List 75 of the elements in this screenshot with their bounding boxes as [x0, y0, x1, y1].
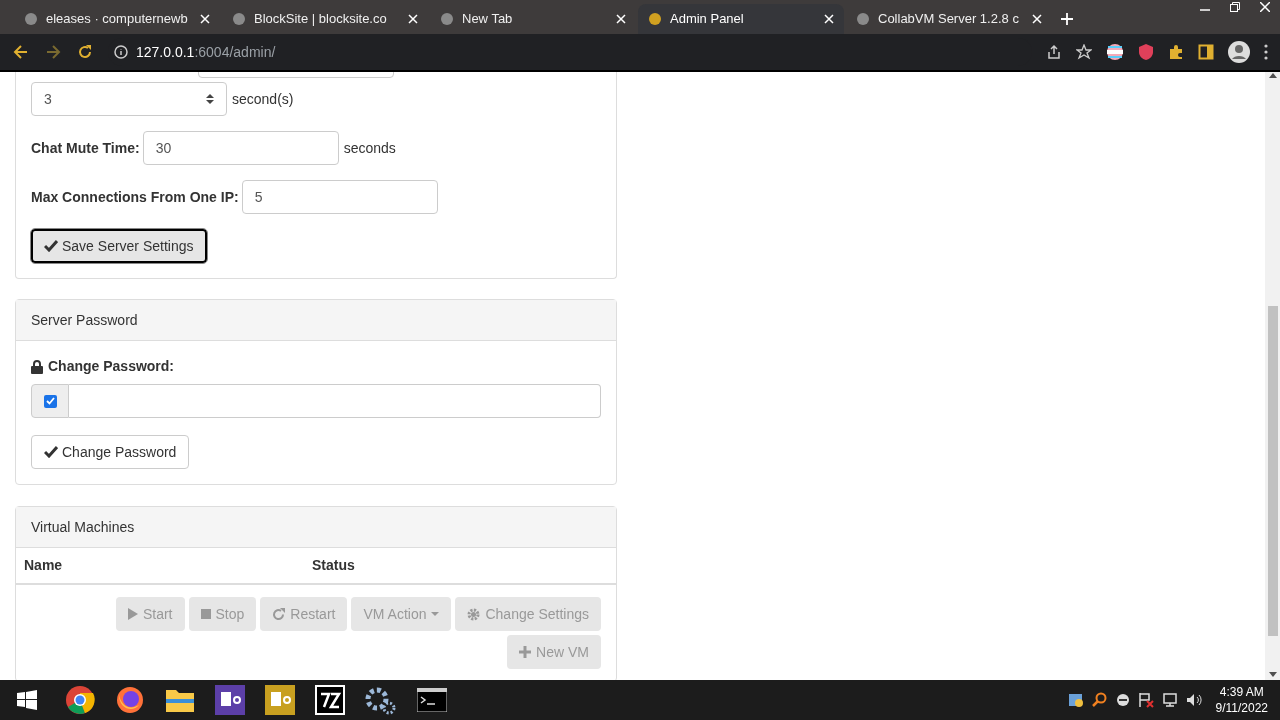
clock[interactable]: 4:39 AM 9/11/2022 [1215, 684, 1268, 716]
new-tab-icon[interactable] [1060, 12, 1074, 26]
tray-icon[interactable] [1115, 693, 1130, 707]
change-password-button[interactable]: Change Password [31, 435, 190, 469]
gear-icon[interactable] [365, 685, 397, 715]
shield-icon[interactable] [1138, 43, 1154, 61]
lock-icon [31, 359, 43, 374]
caret-icon [431, 612, 440, 616]
unit-label: seconds [343, 138, 396, 158]
browser-tab[interactable]: Admin Panel [638, 4, 844, 34]
scrollbar[interactable] [1265, 72, 1280, 680]
unit-label: second(s) [232, 89, 294, 109]
chrome-icon[interactable] [65, 685, 95, 715]
firefox-icon[interactable] [115, 685, 145, 715]
column-header: Name [23, 556, 64, 575]
tab-favicon-icon [648, 12, 662, 26]
network-icon[interactable] [1161, 692, 1178, 708]
avatar-icon[interactable] [1228, 41, 1250, 63]
app-icon[interactable] [215, 685, 245, 715]
url-text: 127.0.0.1:6004/admin/ [136, 42, 276, 62]
flag-icon[interactable] [1137, 692, 1154, 708]
spinner-icon[interactable] [206, 93, 214, 105]
scroll-down-icon[interactable] [1268, 672, 1277, 678]
puzzle-icon[interactable] [1168, 44, 1184, 60]
folder-icon[interactable] [165, 687, 195, 713]
field-label: Chat Mute Time: [31, 138, 140, 158]
reload-icon[interactable] [76, 43, 94, 61]
close-icon[interactable] [1032, 14, 1042, 24]
refresh-icon [272, 607, 286, 621]
back-icon[interactable] [12, 43, 30, 61]
panel-heading: Server Password [16, 300, 616, 341]
plus-icon [519, 646, 532, 658]
browser-tab[interactable]: New Tab [430, 4, 636, 34]
stop-icon [200, 609, 211, 619]
field-label: Max Connections From One IP: [31, 187, 239, 207]
browser-tab[interactable]: CollabVM Server 1.2.8 c [846, 4, 1052, 34]
archive-app-icon[interactable] [315, 685, 345, 715]
number-field[interactable]: 3 [31, 82, 227, 116]
column-header: Status [311, 556, 355, 575]
tab-favicon-icon [232, 12, 246, 26]
close-icon[interactable] [824, 14, 834, 24]
tab-favicon-icon [24, 12, 38, 26]
close-icon[interactable] [408, 14, 418, 24]
input-field[interactable]: 30 [142, 131, 339, 165]
close-icon[interactable] [1260, 2, 1270, 12]
volume-icon[interactable] [1185, 692, 1202, 708]
browser-tab[interactable]: BlockSite | blocksite.co [222, 4, 428, 34]
close-icon[interactable] [200, 14, 210, 24]
change-password-label: Change Password: [48, 357, 175, 376]
password-field[interactable] [69, 384, 601, 418]
panel-heading: Virtual Machines [16, 507, 616, 548]
save-server-settings-button[interactable]: Save Server Settings [31, 229, 207, 263]
play-icon [127, 608, 138, 620]
sidebar-icon[interactable] [1198, 44, 1214, 60]
terminal-icon[interactable] [417, 688, 447, 712]
info-icon [114, 45, 128, 59]
checkbox[interactable] [43, 394, 57, 408]
share-icon[interactable] [1046, 44, 1062, 60]
close-icon[interactable] [616, 14, 626, 24]
restore-icon[interactable] [1230, 2, 1240, 12]
gear-icon [467, 607, 481, 621]
tab-favicon-icon [440, 12, 454, 26]
extension-icon[interactable] [1106, 43, 1124, 61]
browser-tab[interactable]: eleases · computernewb [14, 4, 220, 34]
input-field[interactable]: 5 [241, 180, 438, 214]
tab-favicon-icon [856, 12, 870, 26]
windows-start-icon[interactable] [17, 690, 37, 710]
check-icon [44, 240, 58, 252]
scroll-up-icon[interactable] [1268, 72, 1277, 78]
menu-icon[interactable] [1264, 44, 1268, 60]
search-icon[interactable] [1091, 692, 1108, 708]
forward-icon[interactable] [44, 43, 62, 61]
check-icon [44, 446, 58, 458]
star-icon[interactable] [1076, 44, 1092, 60]
tray-icon[interactable] [1067, 692, 1084, 708]
